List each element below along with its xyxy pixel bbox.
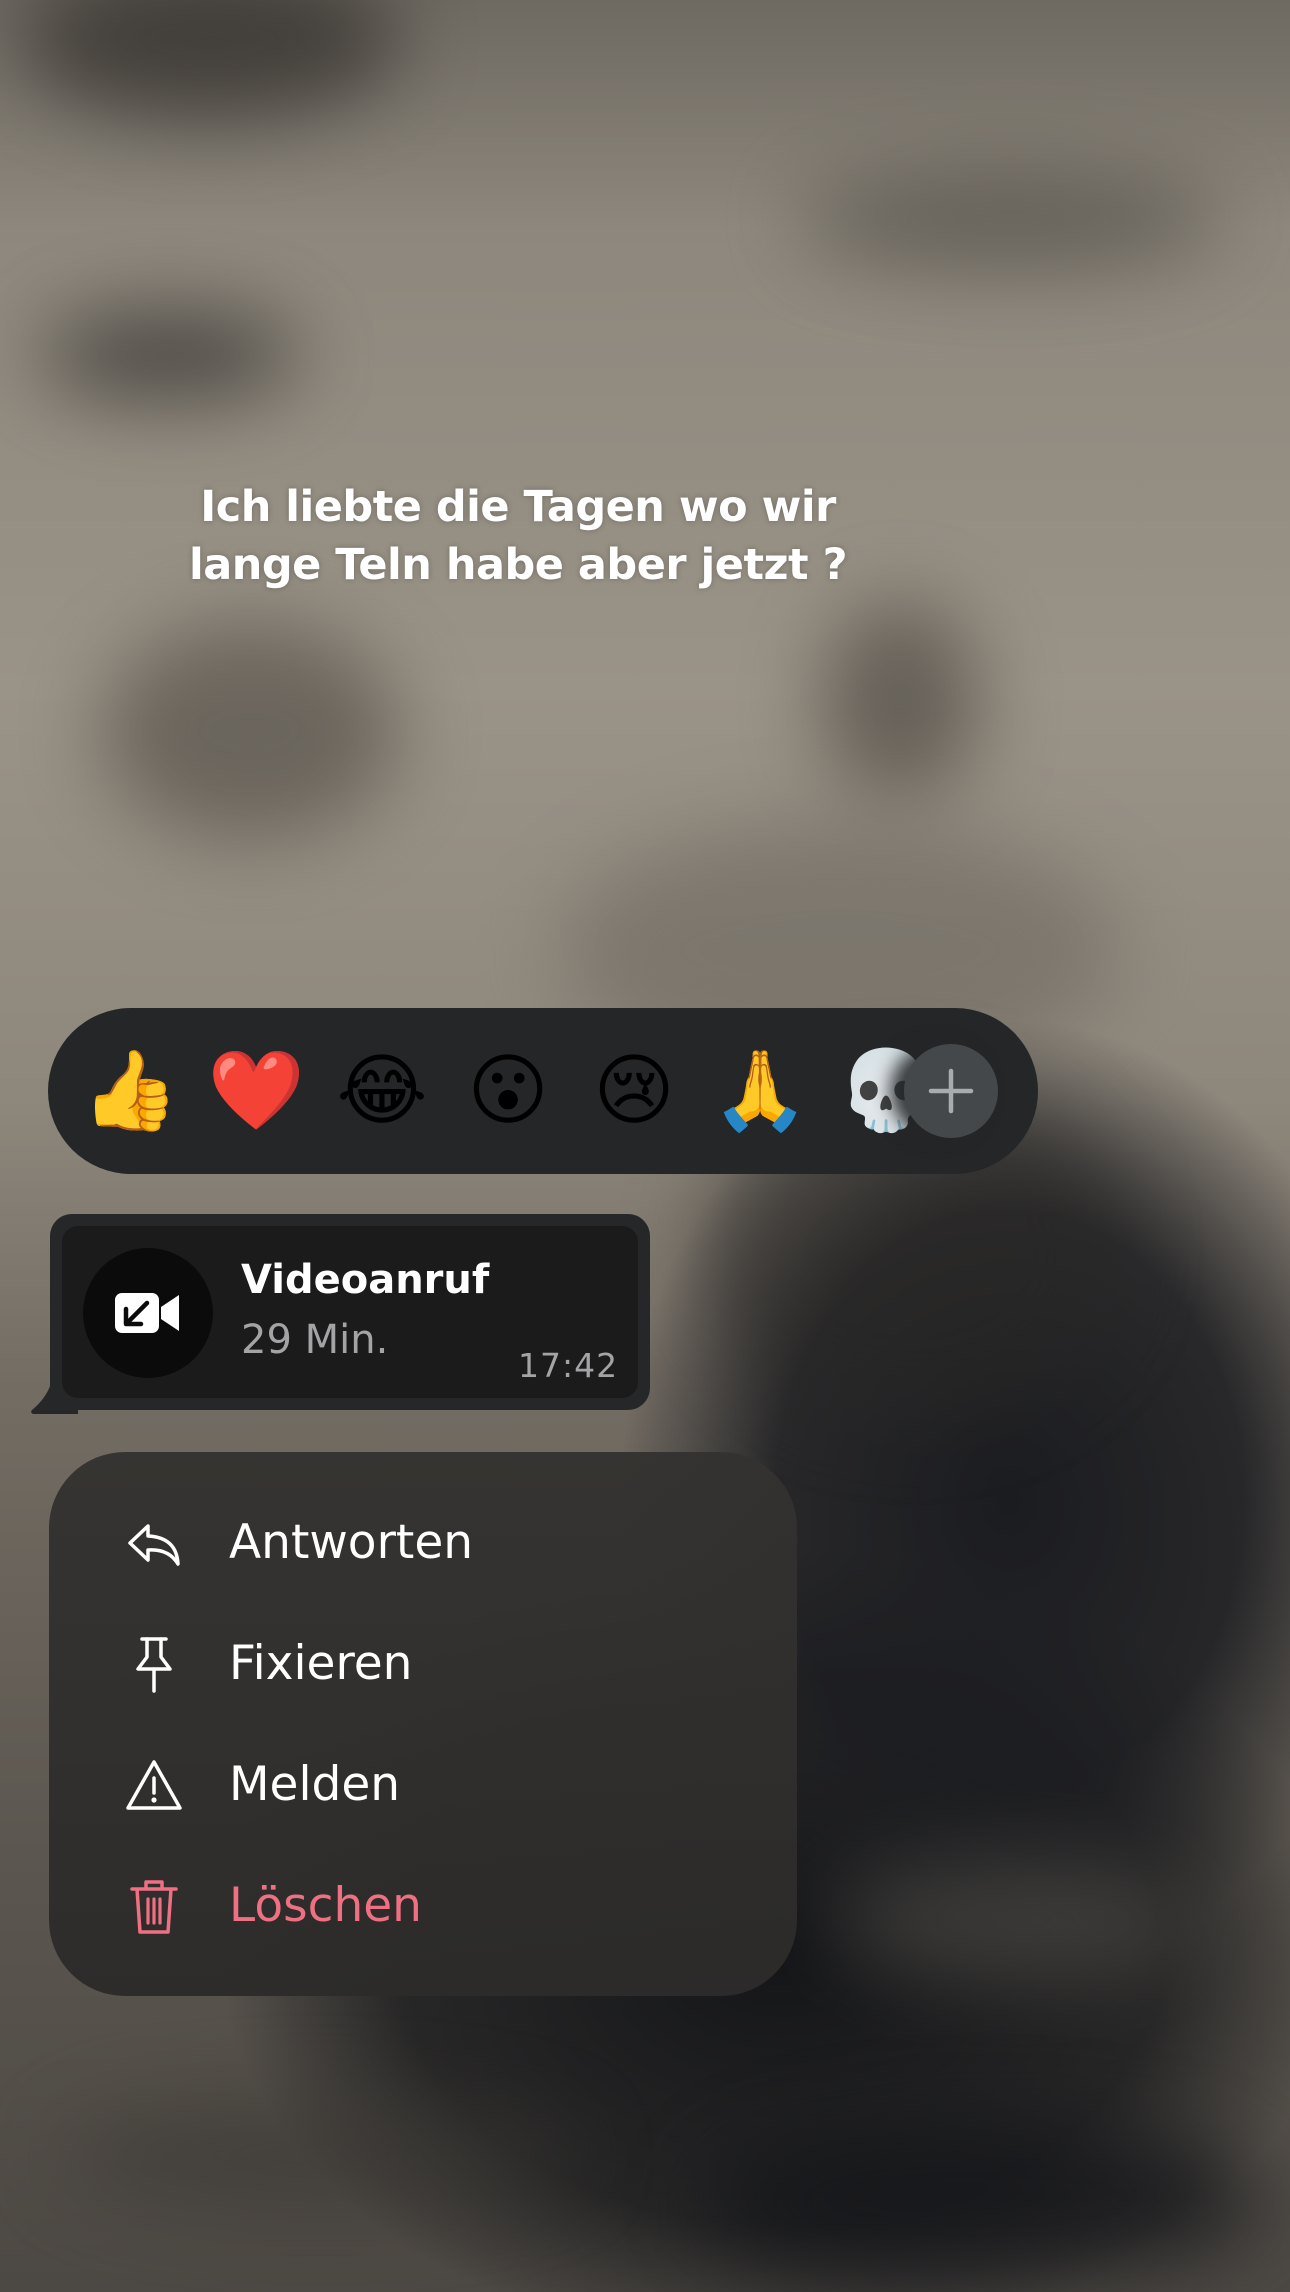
call-icon-circle [83,1248,213,1378]
menu-label-report: Melden [229,1757,401,1812]
menu-label-delete: Löschen [229,1878,422,1933]
call-duration: 29 Min. [241,1317,389,1363]
reaction-red-heart[interactable]: ❤️ [202,1037,310,1145]
incoming-video-call-icon [115,1293,179,1333]
message-timestamp: 17:42 [518,1346,619,1385]
trash-icon [130,1880,178,1934]
overlay-caption-line-1: Ich liebte die Tagen wo wir [200,482,836,532]
reaction-crying-face[interactable]: 😢 [580,1037,688,1145]
menu-label-reply: Antworten [229,1515,474,1570]
plus-icon [928,1068,974,1114]
reply-icon [128,1524,180,1566]
context-menu: Antworten Fixieren Melden Löschen [49,1452,797,1996]
warning-icon [126,1760,182,1810]
reaction-surprised-face[interactable]: 😮 [454,1037,562,1145]
menu-item-delete[interactable]: Löschen [49,1845,797,1965]
reaction-folded-hands[interactable]: 🙏 [706,1037,814,1145]
more-reactions-button[interactable] [904,1044,998,1138]
menu-item-pin[interactable]: Fixieren [49,1603,797,1723]
menu-item-report[interactable]: Melden [49,1724,797,1844]
reaction-thumbs-up[interactable]: 👍 [76,1037,184,1145]
menu-label-pin: Fixieren [229,1636,413,1691]
pin-icon [136,1637,172,1693]
overlay-caption-line-2: lange Teln habe aber jetzt ? [188,540,848,590]
menu-item-reply[interactable]: Antworten [49,1482,797,1602]
call-title: Videoanruf [241,1257,490,1303]
screen: Ich liebte die Tagen wo wir lange Teln h… [0,0,1290,2292]
reaction-tears-of-joy[interactable]: 😂 [328,1037,436,1145]
overlay-caption: Ich liebte die Tagen wo wir lange Teln h… [168,478,868,594]
reaction-bar: 👍 ❤️ 😂 😮 😢 🙏 💀 [48,1008,1038,1174]
